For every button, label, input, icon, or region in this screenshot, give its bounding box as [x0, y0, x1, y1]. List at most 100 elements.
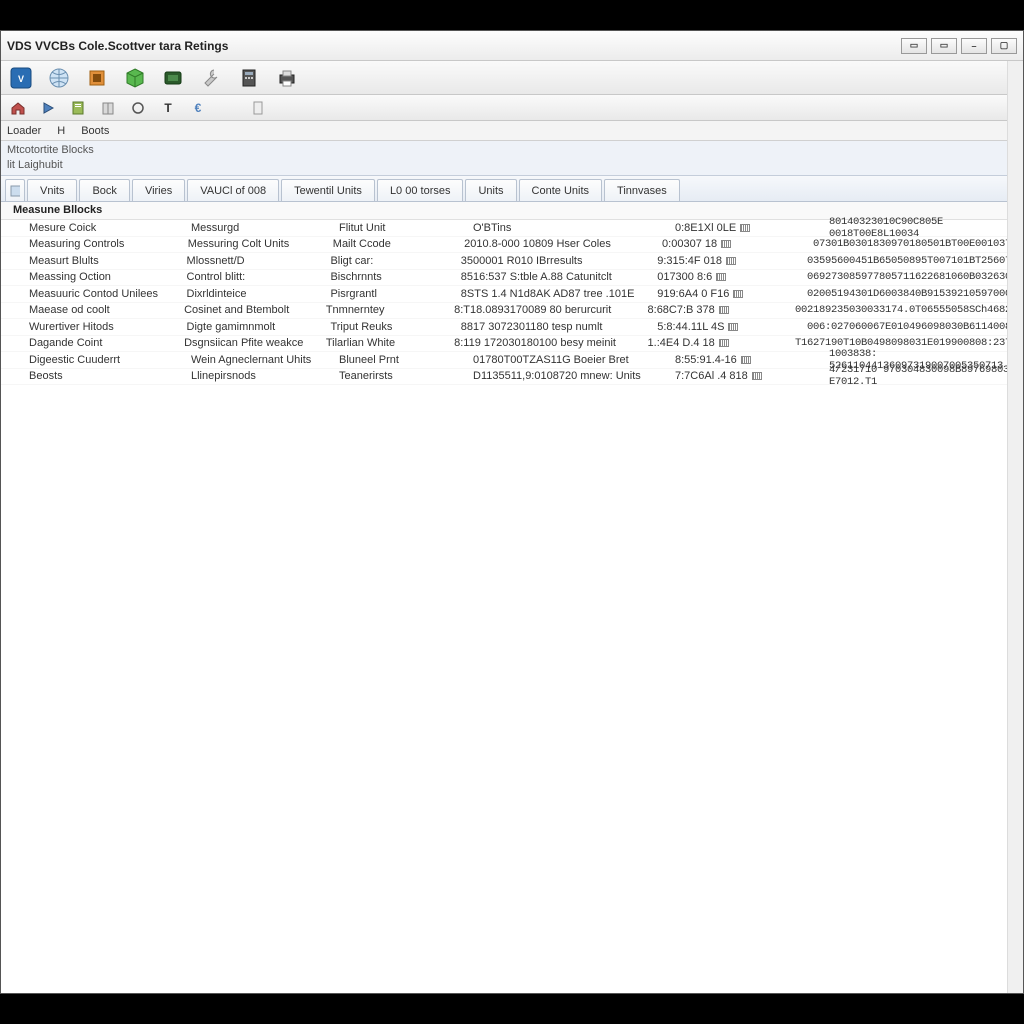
- tab-bock[interactable]: Bock: [79, 179, 129, 201]
- cell-desc: 8STS 1.4 N1d8AK AD87 tree .101E: [461, 288, 657, 300]
- vertical-scrollbar[interactable]: [1007, 61, 1023, 993]
- table-row[interactable]: Meassing OctionControl blitt:Bischrnnts8…: [1, 270, 1023, 287]
- cell-measured: Digte gamimnmolt: [187, 321, 331, 333]
- cell-measured: Mlossnett/D: [187, 255, 331, 267]
- cell-desc: D1135511,9:0108720 mnew: Units: [473, 370, 675, 382]
- thumb2-button[interactable]: ▭: [931, 38, 957, 54]
- cube-icon[interactable]: [123, 66, 147, 90]
- vcds-icon[interactable]: V: [9, 66, 33, 90]
- book-icon[interactable]: [99, 99, 117, 117]
- tab-tewentil[interactable]: Tewentil Units: [281, 179, 375, 201]
- tab-l0[interactable]: L0 00 torses: [377, 179, 464, 201]
- barcode-icon: [728, 323, 738, 331]
- barcode-icon: [721, 240, 731, 248]
- menu-loader[interactable]: Loader: [7, 125, 41, 137]
- wrench-icon[interactable]: [199, 66, 223, 90]
- tab-conte[interactable]: Conte Units: [519, 179, 602, 201]
- tab-vnits[interactable]: Vnits: [27, 179, 77, 201]
- data-grid: Mesure CoickMessurgdFlitut UnitO'BTins 0:…: [1, 220, 1023, 385]
- cell-name: Beosts: [29, 370, 191, 382]
- tab-vaucl[interactable]: VAUCl of 008: [187, 179, 279, 201]
- cell-desc: 3500001 R010 IBrresults: [461, 255, 657, 267]
- window-title: VDS VVCBs Cole.Scottver tara Retings: [7, 39, 228, 53]
- cell-code: 5:8:44.11L 4S: [657, 321, 807, 333]
- context-line2: lit Laighubit: [7, 158, 1017, 173]
- table-row[interactable]: Wurertiver HitodsDigte gamimnmoltTriput …: [1, 319, 1023, 336]
- cell-unit: Mailt Ccode: [333, 238, 464, 250]
- cell-unit: Teanerirsts: [339, 370, 473, 382]
- cell-code: 8:68C7:B 378: [648, 304, 795, 316]
- table-row[interactable]: BeostsLlinepirsnodsTeanerirstsD1135511,9…: [1, 369, 1023, 386]
- svg-text:V: V: [18, 74, 24, 84]
- chip-icon[interactable]: [85, 66, 109, 90]
- barcode-icon: [716, 273, 726, 281]
- table-row[interactable]: Mesure CoickMessurgdFlitut UnitO'BTins0:…: [1, 220, 1023, 237]
- cell-unit: Bligt car:: [330, 255, 460, 267]
- cell-unit: Bischrnnts: [330, 271, 460, 283]
- context-line1: Mtcotortite Blocks: [7, 143, 1017, 158]
- tab-bar: Vnits Bock Viries VAUCl of 008 Tewentil …: [1, 176, 1023, 202]
- calc-icon[interactable]: [237, 66, 261, 90]
- cell-name: Dagande Coint: [29, 337, 184, 349]
- maximize-button[interactable]: ▢: [991, 38, 1017, 54]
- tab-units[interactable]: Units: [465, 179, 516, 201]
- cell-hex: 006:027060067E010496098030B611400800: [807, 321, 1023, 333]
- cell-name: Measuring Controls: [29, 238, 188, 250]
- menu-boots[interactable]: Boots: [81, 125, 109, 137]
- printer-icon[interactable]: [275, 66, 299, 90]
- cell-name: Measuuric Contod Unilees: [29, 288, 187, 300]
- cell-measured: Messuring Colt Units: [188, 238, 333, 250]
- cell-code: 017300 8:6: [657, 271, 807, 283]
- euro-icon[interactable]: €: [189, 99, 207, 117]
- doc-green-icon[interactable]: [69, 99, 87, 117]
- cell-unit: Triput Reuks: [330, 321, 460, 333]
- play-icon[interactable]: [39, 99, 57, 117]
- barcode-icon: [719, 306, 729, 314]
- cell-code: 1.:4E4 D.4 18: [648, 337, 795, 349]
- tab-viries[interactable]: Viries: [132, 179, 185, 201]
- bottom-letterbox: [0, 994, 1024, 1024]
- cell-measured: Messurgd: [191, 222, 339, 234]
- window-titlebar: VDS VVCBs Cole.Scottver tara Retings ▭ ▭…: [1, 31, 1023, 61]
- cell-hex: 80140323010C90C805E 0018T00E8L10034: [829, 216, 1023, 240]
- cell-measured: Control blitt:: [187, 271, 331, 283]
- page-icon[interactable]: [249, 99, 267, 117]
- cell-desc: 8817 3072301180 tesp numlt: [461, 321, 657, 333]
- cell-code: 919:6A4 0 F16: [657, 288, 807, 300]
- cell-unit: Tilarlian White: [326, 337, 454, 349]
- table-row[interactable]: Measuuric Contod UnileesDixrldinteicePis…: [1, 286, 1023, 303]
- cell-name: Meassing Oction: [29, 271, 187, 283]
- text-icon[interactable]: T: [159, 99, 177, 117]
- home-icon[interactable]: [9, 99, 27, 117]
- cell-desc: 8:119 172030180100 besy meinit: [454, 337, 647, 349]
- circle-icon[interactable]: [129, 99, 147, 117]
- cell-desc: 8516:537 S:tble A.88 Catunitclt: [461, 271, 657, 283]
- minimize-button[interactable]: –: [961, 38, 987, 54]
- barcode-icon: [752, 372, 762, 380]
- menu-h[interactable]: H: [57, 125, 65, 137]
- table-row[interactable]: Measuring ControlsMessuring Colt UnitsMa…: [1, 237, 1023, 254]
- thumb1-button[interactable]: ▭: [901, 38, 927, 54]
- table-row[interactable]: Maease od cooltCosinet and BtemboltTnmne…: [1, 303, 1023, 320]
- table-row[interactable]: Measurt BlultsMlossnett/DBligt car:35000…: [1, 253, 1023, 270]
- module-icon[interactable]: [161, 66, 185, 90]
- cell-name: Maease od coolt: [29, 304, 184, 316]
- cell-code: 8:55:91.4-16: [675, 354, 829, 366]
- cell-hex: 07301B0301830970180501BT00E00103703: [813, 238, 1023, 250]
- cell-desc: O'BTins: [473, 222, 675, 234]
- tab-icon[interactable]: [5, 179, 25, 201]
- cell-unit: Bluneel Prnt: [339, 354, 473, 366]
- cell-desc: 2010.8-000 10809 Hser Coles: [464, 238, 662, 250]
- barcode-icon: [726, 257, 736, 265]
- cell-measured: Dsgnsiican Pfite weakce: [184, 337, 326, 349]
- cell-measured: Cosinet and Btembolt: [184, 304, 326, 316]
- cell-hex: 03595600451B65050895T007101BT2560704: [807, 255, 1023, 267]
- cell-name: Mesure Coick: [29, 222, 191, 234]
- tab-tinnvases[interactable]: Tinnvases: [604, 179, 680, 201]
- globe-icon[interactable]: [47, 66, 71, 90]
- cell-name: Measurt Blults: [29, 255, 187, 267]
- cell-hex: 02005194301D6003840B9153921059700016: [807, 288, 1023, 300]
- cell-unit: Flitut Unit: [339, 222, 473, 234]
- cell-code: 0:00307 18: [662, 238, 813, 250]
- secondary-toolbar: T €: [1, 95, 1023, 121]
